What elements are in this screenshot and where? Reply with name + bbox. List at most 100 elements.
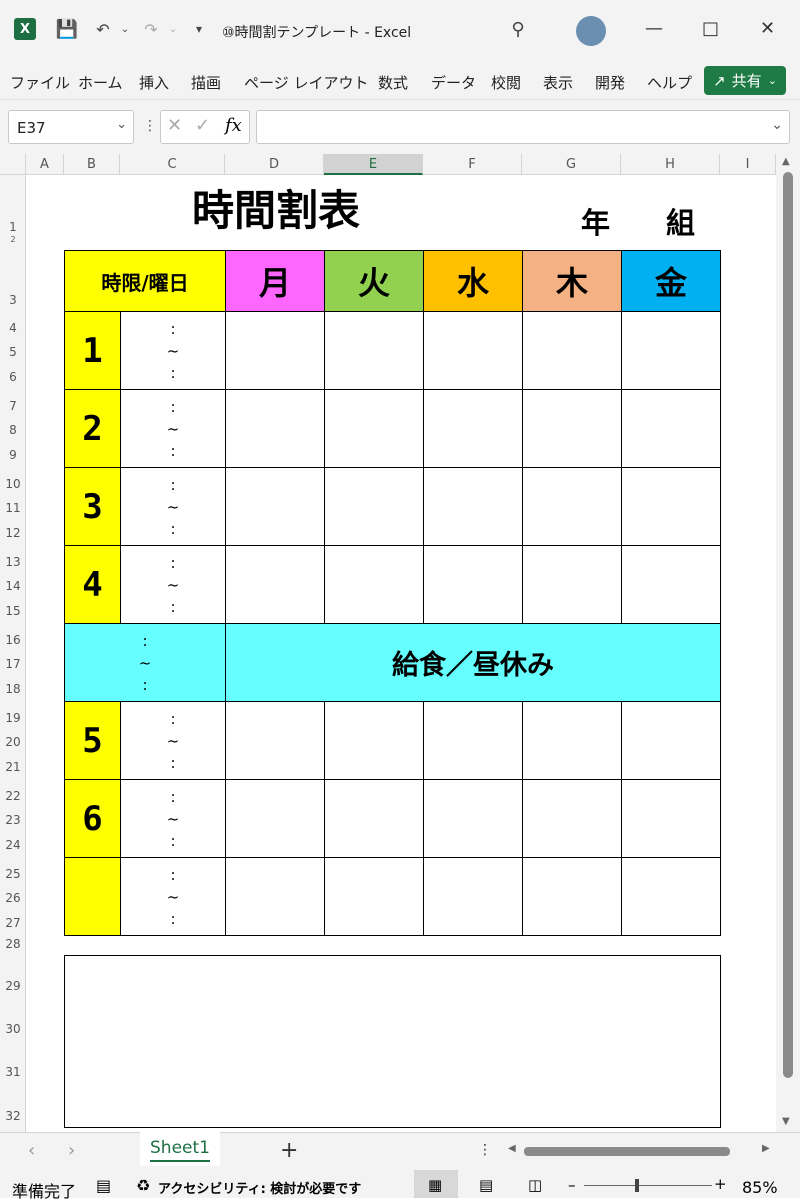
worksheet[interactable]: 時間割表 年 組 時限/曜日 月 火 水 木 金 1: ~: 2: ~: 3: ~: 4: ~… <box>26 175 776 1132</box>
period-time-cell[interactable]: : ~: <box>120 311 226 390</box>
save-icon[interactable]: 💾 <box>56 18 78 40</box>
period-number-cell[interactable]: 1 <box>64 311 121 390</box>
row-header[interactable]: 19 <box>0 711 26 725</box>
chevron-down-icon[interactable]: ⌄ <box>116 117 127 132</box>
lunch-time-cell[interactable]: : ~ : <box>64 623 226 702</box>
period-number-cell[interactable]: 5 <box>64 701 121 780</box>
subject-cell[interactable] <box>324 389 424 468</box>
search-icon[interactable]: ⚲ <box>507 18 529 40</box>
row-header[interactable]: 24 <box>0 838 26 852</box>
row-header[interactable]: 31 <box>0 1065 26 1079</box>
row-header[interactable]: 5 <box>0 345 26 359</box>
day-header-tue[interactable]: 火 <box>324 250 424 312</box>
notes-box[interactable] <box>64 955 721 1128</box>
row-header[interactable]: 3 <box>0 293 26 307</box>
subject-cell[interactable] <box>621 311 721 390</box>
row-header[interactable]: 7 <box>0 399 26 413</box>
subject-cell[interactable] <box>522 389 622 468</box>
more-icon[interactable]: ⋮ <box>478 1142 492 1158</box>
page-break-view-icon[interactable]: ◫ <box>528 1176 542 1194</box>
zoom-in-icon[interactable]: + <box>714 1175 727 1193</box>
macro-record-icon[interactable]: ▤ <box>96 1176 111 1195</box>
subject-cell[interactable] <box>621 389 721 468</box>
row-header[interactable]: 18 <box>0 682 26 696</box>
row-header[interactable]: 17 <box>0 657 26 671</box>
subject-cell[interactable] <box>324 857 424 936</box>
lunch-cell[interactable]: 給食／昼休み <box>225 623 721 702</box>
subject-cell[interactable] <box>621 779 721 858</box>
row-header[interactable]: 22 <box>0 789 26 803</box>
scroll-right-icon[interactable]: ▶ <box>762 1143 770 1154</box>
undo-dropdown-icon[interactable]: ⌄ <box>114 18 136 40</box>
column-header-a[interactable]: A <box>26 154 64 175</box>
insert-function-icon[interactable]: fx <box>225 115 242 136</box>
horizontal-scrollbar[interactable]: ◀ ▶ <box>508 1142 776 1160</box>
row-header[interactable]: 27 <box>0 916 26 930</box>
subject-cell[interactable] <box>522 545 622 624</box>
tab-review[interactable]: 校閲 <box>491 72 521 93</box>
row-header[interactable]: 23 <box>0 813 26 827</box>
subject-cell[interactable] <box>423 467 523 546</box>
row-header[interactable]: 30 <box>0 1022 26 1036</box>
row-header[interactable]: 8 <box>0 423 26 437</box>
tab-help[interactable]: ヘルプ <box>647 72 692 93</box>
row-header[interactable]: 6 <box>0 370 26 384</box>
subject-cell[interactable] <box>324 311 424 390</box>
subject-cell[interactable] <box>225 545 325 624</box>
row-header[interactable]: 14 <box>0 579 26 593</box>
period-time-cell[interactable]: : ~: <box>120 545 226 624</box>
subject-cell[interactable] <box>423 779 523 858</box>
subject-cell[interactable] <box>522 311 622 390</box>
tab-developer[interactable]: 開発 <box>595 72 625 93</box>
name-box[interactable]: E37 ⌄ <box>8 110 134 144</box>
redo-icon[interactable]: ↷ <box>140 18 162 40</box>
period-time-cell[interactable]: : ~: <box>120 701 226 780</box>
tab-file[interactable]: ファイル <box>10 72 70 93</box>
vertical-scrollbar[interactable]: ▲ ▼ <box>776 154 800 1132</box>
tab-draw[interactable]: 描画 <box>191 72 221 93</box>
subject-cell[interactable] <box>423 389 523 468</box>
next-sheet-icon[interactable]: › <box>68 1140 75 1161</box>
subject-cell[interactable] <box>522 701 622 780</box>
column-header-h[interactable]: H <box>621 154 720 175</box>
tab-insert[interactable]: 挿入 <box>139 72 169 93</box>
scroll-thumb[interactable] <box>524 1147 730 1156</box>
tab-home[interactable]: ホーム <box>78 72 123 93</box>
column-header-c[interactable]: C <box>120 154 225 175</box>
tab-page-layout[interactable]: ページ レイアウト <box>244 72 368 93</box>
column-header-e[interactable]: E <box>324 154 423 175</box>
subject-cell[interactable] <box>423 545 523 624</box>
row-header[interactable]: 20 <box>0 735 26 749</box>
row-header[interactable]: 1 <box>0 220 26 234</box>
enter-icon[interactable]: ✓ <box>195 115 210 136</box>
subject-cell[interactable] <box>324 467 424 546</box>
row-header[interactable]: 13 <box>0 555 26 569</box>
sheet-tab[interactable]: Sheet1 <box>140 1132 220 1166</box>
subject-cell[interactable] <box>324 545 424 624</box>
row-header[interactable]: 9 <box>0 448 26 462</box>
row-header[interactable]: 21 <box>0 760 26 774</box>
period-time-cell[interactable]: : ~: <box>120 467 226 546</box>
zoom-level[interactable]: 85% <box>742 1178 778 1197</box>
row-header[interactable]: 12 <box>0 526 26 540</box>
more-icon[interactable]: ⋮ <box>143 118 157 134</box>
subject-cell[interactable] <box>621 857 721 936</box>
scroll-down-icon[interactable]: ▼ <box>782 1116 790 1127</box>
period-time-cell[interactable]: : ~: <box>120 389 226 468</box>
tab-data[interactable]: データ <box>431 72 476 93</box>
zoom-slider[interactable] <box>584 1185 712 1186</box>
subject-cell[interactable] <box>522 857 622 936</box>
accessibility-status[interactable]: アクセシビリティ: 検討が必要です <box>158 1178 361 1197</box>
column-header-b[interactable]: B <box>64 154 120 175</box>
row-header[interactable]: 15 <box>0 604 26 618</box>
subject-cell[interactable] <box>225 389 325 468</box>
maximize-icon[interactable]: □ <box>702 18 719 39</box>
formula-input[interactable]: ⌄ <box>256 110 790 144</box>
column-header-g[interactable]: G <box>522 154 621 175</box>
row-header[interactable]: 32 <box>0 1109 26 1123</box>
day-header-thu[interactable]: 木 <box>522 250 622 312</box>
chevron-down-icon[interactable]: ⌄ <box>771 117 783 133</box>
subject-cell[interactable] <box>423 701 523 780</box>
subject-cell[interactable] <box>324 779 424 858</box>
subject-cell[interactable] <box>225 467 325 546</box>
